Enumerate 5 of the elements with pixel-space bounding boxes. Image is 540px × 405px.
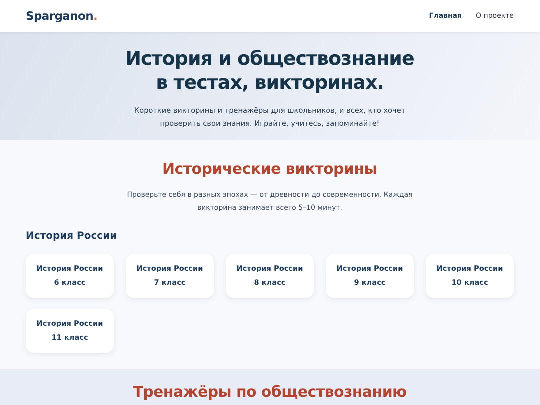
site-logo[interactable]: Sparganon.	[26, 9, 98, 23]
hero-title: История и обществознание в тестах, викторинах.	[126, 47, 414, 95]
group-heading: История России	[26, 231, 118, 242]
section-title: Тренажёры по обществознанию	[132, 383, 408, 401]
section-title: Исторические викторины	[162, 160, 378, 178]
